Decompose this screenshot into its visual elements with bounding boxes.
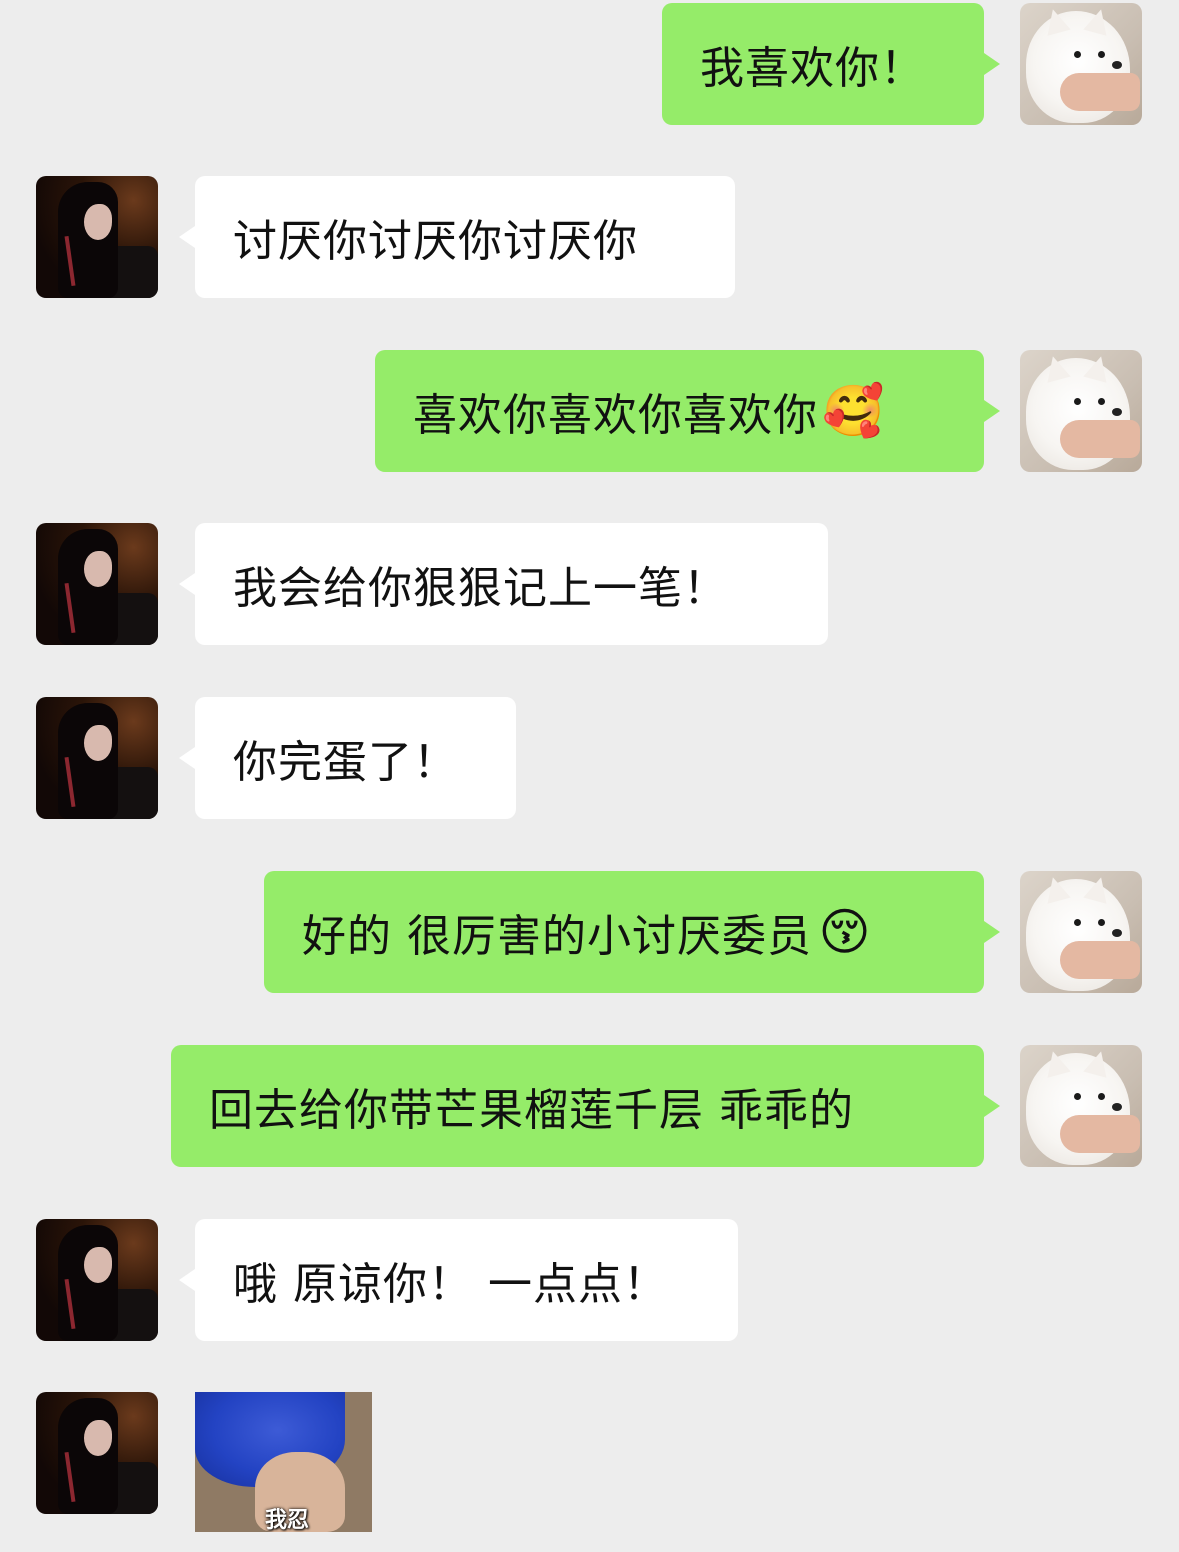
kissing-face-emoji: 😚 <box>818 903 872 961</box>
contact-avatar[interactable] <box>36 697 158 819</box>
contact-avatar[interactable] <box>36 176 158 298</box>
my-avatar[interactable] <box>1020 1045 1142 1167</box>
message-bubble-outgoing[interactable]: 好的 很厉害的小讨厌委员 😚 <box>264 871 1000 993</box>
my-avatar[interactable] <box>1020 3 1142 125</box>
message-text: 我喜欢你！ <box>700 43 925 94</box>
contact-avatar[interactable] <box>36 523 158 645</box>
message-bubble-incoming[interactable]: 你完蛋了！ <box>179 697 516 819</box>
contact-avatar[interactable] <box>36 1219 158 1341</box>
message-bubble-outgoing[interactable]: 我喜欢你！ <box>662 3 1000 125</box>
message-bubble-incoming[interactable]: 我会给你狠狠记上一笔！ <box>179 523 828 645</box>
message-text: 好的 很厉害的小讨厌委员 <box>302 911 812 962</box>
message-text: 喜欢你喜欢你喜欢你 <box>413 390 818 441</box>
message-text: 讨厌你讨厌你讨厌你 <box>233 216 638 267</box>
contact-avatar[interactable] <box>36 1392 158 1514</box>
message-bubble-outgoing[interactable]: 喜欢你喜欢你喜欢你 🥰 <box>375 350 1000 472</box>
message-text: 回去给你带芒果榴莲千层 乖乖的 <box>209 1085 854 1136</box>
message-text: 我会给你狠狠记上一笔！ <box>233 563 728 614</box>
sticker-image[interactable]: 我忍 <box>195 1392 372 1532</box>
sticker-caption: 我忍 <box>265 1508 310 1532</box>
message-text: 哦 原谅你！ 一点点！ <box>233 1259 668 1310</box>
my-avatar[interactable] <box>1020 350 1142 472</box>
message-bubble-outgoing[interactable]: 回去给你带芒果榴莲千层 乖乖的 <box>171 1045 1000 1167</box>
my-avatar[interactable] <box>1020 871 1142 993</box>
message-bubble-incoming[interactable]: 讨厌你讨厌你讨厌你 <box>179 176 735 298</box>
chat-view: 我喜欢你！ 讨厌你讨厌你讨厌你 喜欢你喜欢你喜欢你 🥰 我会给你狠狠记上一笔！ … <box>0 0 1179 1552</box>
message-bubble-incoming[interactable]: 哦 原谅你！ 一点点！ <box>179 1219 738 1341</box>
message-text: 你完蛋了！ <box>233 737 458 788</box>
smiling-face-with-hearts-emoji: 🥰 <box>822 382 886 440</box>
